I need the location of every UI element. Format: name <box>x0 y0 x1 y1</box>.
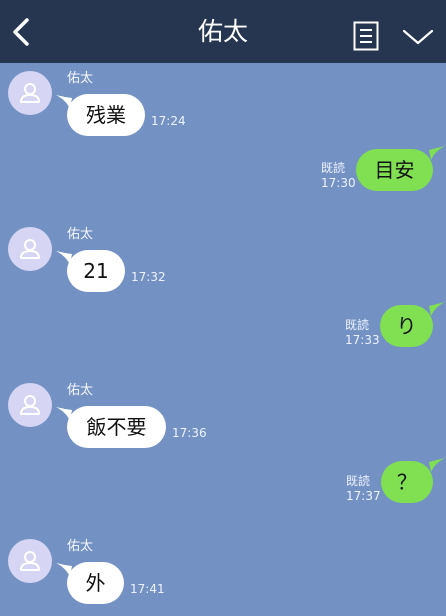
message-text: 21 <box>83 259 109 283</box>
avatar[interactable] <box>8 539 52 583</box>
message-meta: 既読 17:37 <box>346 474 381 504</box>
bubble-tail <box>56 95 72 109</box>
message-bubble-incoming[interactable]: 21 <box>56 250 125 292</box>
sender-name: 佑太 <box>67 383 94 398</box>
read-receipt: 既読 <box>321 161 346 175</box>
chevron-down-icon <box>402 29 434 45</box>
message-meta: 既読 17:33 <box>345 318 380 348</box>
message-time: 17:33 <box>345 333 380 347</box>
message-bubble-incoming[interactable]: 飯不要 <box>56 406 166 448</box>
bubble-tail <box>56 563 72 577</box>
read-receipt: 既読 <box>345 318 370 332</box>
read-receipt: 既読 <box>346 474 371 488</box>
message-bubble-incoming[interactable]: 残業 <box>56 94 145 136</box>
sender-name: 佑太 <box>67 539 94 554</box>
user-icon <box>20 395 40 415</box>
message-text: り <box>396 314 417 338</box>
bubble-tail <box>56 251 72 265</box>
message-time: 17:32 <box>131 270 166 284</box>
message-text: 飯不要 <box>86 415 147 439</box>
message-text: 残業 <box>86 103 126 127</box>
bubble-tail <box>429 146 445 160</box>
chat-header: 佑太 <box>0 0 446 63</box>
bubble-tail <box>429 302 445 316</box>
user-icon <box>20 83 40 103</box>
chat-title: 佑太 <box>197 17 248 46</box>
sender-name: 佑太 <box>67 71 94 86</box>
sender-name: 佑太 <box>67 227 94 242</box>
bubble-tail <box>429 458 445 472</box>
bubble-tail <box>56 407 72 421</box>
message-bubble-outgoing[interactable]: ？ <box>381 458 445 503</box>
avatar[interactable] <box>8 383 52 427</box>
message-time: 17:41 <box>130 582 165 596</box>
message-time: 17:24 <box>151 114 186 128</box>
message-bubble-incoming[interactable]: 外 <box>56 562 124 604</box>
message-text: 目安 <box>374 158 415 182</box>
user-icon <box>20 239 40 259</box>
message-text: 外 <box>85 571 106 595</box>
avatar[interactable] <box>8 227 52 271</box>
message-time: 17:37 <box>346 489 381 503</box>
message-meta: 既読 17:30 <box>321 161 356 191</box>
message-bubble-outgoing[interactable]: 目安 <box>356 146 445 191</box>
message-time: 17:30 <box>321 176 356 190</box>
avatar[interactable] <box>8 71 52 115</box>
message-text: ？ <box>397 470 417 494</box>
user-icon <box>20 551 40 571</box>
note-icon <box>353 21 379 51</box>
message-bubble-outgoing[interactable]: り <box>380 302 445 347</box>
note-button[interactable] <box>353 21 379 51</box>
message-time: 17:36 <box>172 426 207 440</box>
menu-button[interactable] <box>402 28 434 46</box>
